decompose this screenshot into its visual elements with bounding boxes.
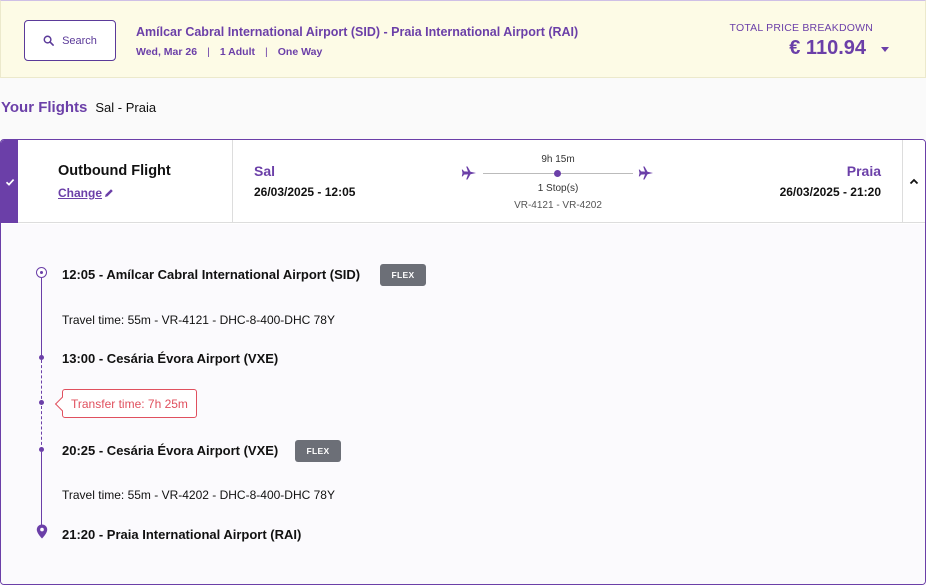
- stop-count: 1 Stop(s): [537, 183, 579, 194]
- fare-flex-badge[interactable]: FLEX: [380, 264, 426, 286]
- selected-indicator: [1, 140, 18, 223]
- itinerary-stop-connection-departure: 20:25 - Cesária Évora Airport (VXE): [62, 443, 279, 458]
- timeline-dot: [39, 447, 44, 452]
- route-meta: Wed, Mar 26 | 1 Adult | One Way: [136, 46, 322, 58]
- search-button-label: Search: [62, 34, 97, 47]
- check-icon: [5, 178, 14, 186]
- route-title: Amílcar Cabral International Airport (SI…: [136, 25, 579, 39]
- meta-separator: |: [207, 46, 210, 58]
- change-flight-link[interactable]: Change: [58, 186, 114, 200]
- segment-info: Travel time: 55m - VR-4121 - DHC-8-400-D…: [62, 313, 335, 327]
- travel-date: Wed, Mar 26: [136, 46, 198, 58]
- search-button[interactable]: Search: [24, 20, 116, 61]
- fare-flex-badge[interactable]: FLEX: [295, 440, 341, 462]
- your-flights-label: Your Flights: [1, 99, 88, 116]
- outbound-flight-header[interactable]: Outbound Flight Change Sal 26/03/2025 - …: [1, 140, 925, 223]
- meta-separator: |: [265, 46, 268, 58]
- price-breakdown-label[interactable]: TOTAL PRICE BREAKDOWN: [730, 22, 873, 34]
- passenger-count: 1 Adult: [219, 46, 256, 58]
- search-icon: [43, 35, 54, 46]
- outbound-flight-card: Outbound Flight Change Sal 26/03/2025 - …: [0, 139, 926, 585]
- timeline-line: [41, 278, 42, 358]
- itinerary-stop-destination: 21:20 - Praia International Airport (RAI…: [62, 527, 302, 542]
- total-price[interactable]: € 110.94: [789, 37, 866, 60]
- stop-marker: [554, 170, 561, 177]
- timeline-dot: [39, 355, 44, 360]
- caret-down-icon[interactable]: [881, 47, 889, 52]
- header-divider: [232, 140, 233, 223]
- itinerary-stop-connection-arrival: 13:00 - Cesária Évora Airport (VXE): [62, 351, 279, 366]
- arrival-city: Praia: [846, 163, 881, 179]
- trip-type: One Way: [277, 46, 323, 58]
- itinerary-stop-origin: 12:05 - Amílcar Cabral International Air…: [62, 267, 361, 282]
- plane-departure-icon: [461, 166, 476, 180]
- your-flights-heading: Your Flights Sal - Praia: [1, 99, 156, 116]
- flight-duration: 9h 15m: [541, 154, 575, 165]
- search-summary-bar: Search Amílcar Cabral International Airp…: [0, 0, 926, 78]
- flight-numbers: VR-4121 - VR-4202: [514, 200, 602, 211]
- transfer-time-box: Transfer time: 7h 25m: [62, 389, 197, 418]
- plane-arrival-icon: [638, 166, 653, 180]
- timeline-transfer-line: [41, 360, 42, 450]
- arrival-datetime: 26/03/2025 - 21:20: [779, 185, 881, 199]
- itinerary-details: 12:05 - Amílcar Cabral International Air…: [1, 224, 925, 584]
- departure-datetime: 26/03/2025 - 12:05: [254, 185, 356, 199]
- timeline-dot: [39, 400, 44, 405]
- timeline-line: [41, 452, 42, 526]
- collapse-button[interactable]: [903, 140, 925, 223]
- outbound-flight-title: Outbound Flight: [58, 163, 171, 179]
- departure-city: Sal: [254, 163, 276, 179]
- origin-marker-icon: [36, 267, 47, 278]
- map-pin-icon: [36, 524, 48, 539]
- segment-info: Travel time: 55m - VR-4202 - DHC-8-400-D…: [62, 488, 335, 502]
- pencil-icon: [105, 189, 113, 197]
- change-link-label: Change: [58, 186, 103, 200]
- your-flights-route: Sal - Praia: [95, 100, 157, 115]
- chevron-up-icon: [909, 178, 919, 185]
